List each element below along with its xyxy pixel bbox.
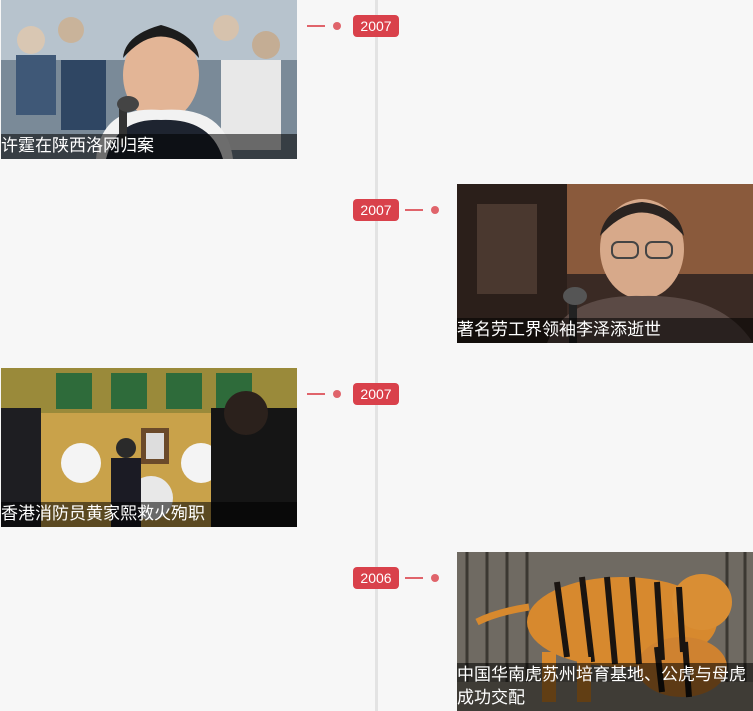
timeline-card-3[interactable]: 中国华南虎苏州培育基地、公虎与母虎成功交配 <box>457 552 753 711</box>
timeline-caption: 著名劳工界领袖李泽添逝世 <box>457 318 753 343</box>
year-badge: 2006 <box>353 567 399 589</box>
timeline-caption: 香港消防员黄家熙救火殉职 <box>1 502 297 527</box>
timeline-connector <box>405 577 423 579</box>
timeline-caption: 许霆在陕西洛网归案 <box>1 134 297 159</box>
timeline-caption: 中国华南虎苏州培育基地、公虎与母虎成功交配 <box>457 663 753 711</box>
year-badge: 2007 <box>353 15 399 37</box>
timeline-dot <box>431 206 439 214</box>
timeline-connector <box>307 25 325 27</box>
timeline-card-1[interactable]: 著名劳工界领袖李泽添逝世 <box>457 184 753 343</box>
timeline-card-0[interactable]: 许霆在陕西洛网归案 <box>1 0 297 159</box>
timeline-connector <box>307 393 325 395</box>
timeline-card-2[interactable]: 香港消防员黄家熙救火殉职 <box>1 368 297 527</box>
timeline-dot <box>431 574 439 582</box>
timeline-dot <box>333 390 341 398</box>
timeline-connector <box>405 209 423 211</box>
year-badge: 2007 <box>353 199 399 221</box>
timeline-dot <box>333 22 341 30</box>
timeline-axis <box>375 0 378 711</box>
year-badge: 2007 <box>353 383 399 405</box>
